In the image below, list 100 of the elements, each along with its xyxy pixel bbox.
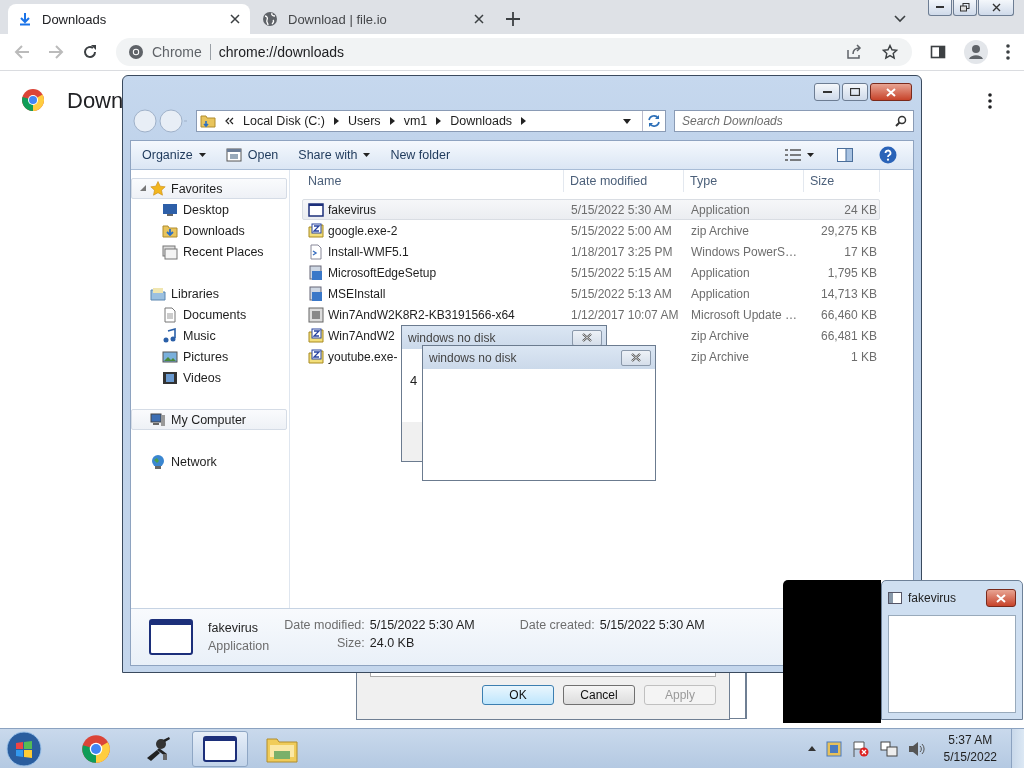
command-button[interactable]: Share with	[293, 143, 376, 167]
command-button[interactable]: New folder	[385, 143, 456, 167]
clock-date[interactable]: 5/15/2022	[943, 748, 997, 766]
close-button[interactable]	[870, 83, 912, 101]
chrome-icon	[81, 733, 111, 764]
close-icon[interactable]	[230, 14, 240, 24]
close-icon	[991, 3, 1001, 12]
breadcrumb-item[interactable]: Downloads	[450, 114, 513, 128]
file-row[interactable]: fakevirus 5/15/2022 5:30 AM Application 24 KB	[302, 199, 880, 220]
chrome-icon	[128, 44, 144, 60]
profile-icon[interactable]	[964, 40, 988, 64]
column-header[interactable]: Name	[302, 170, 564, 192]
date-cell-text: 1/18/2017 3:25 PM	[570, 244, 674, 259]
minimize-icon	[822, 90, 832, 94]
videos-icon	[162, 369, 178, 386]
restore-button[interactable]	[953, 0, 977, 16]
file-name[interactable]: MSEInstall	[328, 286, 386, 301]
command-button[interactable]: Organize	[137, 143, 211, 167]
size-cell-text: 1 KB	[850, 349, 878, 364]
property-label: Size:	[335, 636, 365, 650]
dialog-button[interactable]: OK	[482, 685, 554, 705]
close-button[interactable]	[986, 589, 1016, 607]
browser-tab[interactable]: Downloads	[8, 4, 250, 34]
nav-item[interactable]: Network	[131, 451, 287, 472]
search-field[interactable]: Search Downloads	[674, 110, 914, 132]
dialog-button[interactable]: Cancel	[563, 685, 635, 705]
type-cell-text: Windows PowerS…	[690, 244, 799, 259]
nav-item[interactable]: Pictures	[131, 346, 287, 367]
file-name[interactable]: google.exe-2	[328, 223, 398, 238]
caret-right-icon[interactable]	[436, 117, 442, 125]
close-button[interactable]	[978, 0, 1014, 16]
caret-right-icon[interactable]	[333, 117, 339, 125]
size-cell-text: 29,275 KB	[819, 223, 878, 238]
nav-item[interactable]: Music	[131, 325, 287, 346]
expand-triangle-icon[interactable]	[140, 185, 146, 191]
caret-right-icon[interactable]	[389, 117, 395, 125]
network-icon[interactable]	[879, 740, 898, 757]
nav-item[interactable]: My Computer	[131, 409, 287, 430]
page-heading: Down	[67, 88, 124, 114]
help-icon[interactable]	[879, 146, 897, 164]
nav-item[interactable]: Videos	[131, 367, 287, 388]
nav-item[interactable]: Favorites	[131, 178, 287, 199]
column-header[interactable]: Size	[804, 170, 880, 192]
column-header[interactable]: Date modified	[564, 170, 684, 192]
address-bar[interactable]: Chrome chrome://downloads	[116, 38, 912, 66]
search-icon	[895, 115, 907, 127]
more-icon[interactable]	[988, 93, 992, 109]
dropdown-caret-icon[interactable]	[623, 118, 631, 124]
file-icon	[308, 348, 324, 365]
show-hidden-icons-icon[interactable]	[807, 746, 816, 751]
chevron-down-icon[interactable]	[894, 15, 906, 23]
share-icon[interactable]	[846, 44, 862, 60]
file-name[interactable]: Win7AndW2K8R2-KB3191566-x64	[328, 307, 515, 322]
size-cell-text: 66,481 KB	[819, 328, 878, 343]
minimize-button[interactable]	[814, 83, 840, 101]
clock-time[interactable]: 5:37 AM	[948, 731, 993, 749]
file-icon	[308, 306, 324, 323]
address-bar[interactable]: Local Disk (C:) Users vm1 Downloads	[196, 110, 666, 132]
caret-right-icon[interactable]	[521, 117, 527, 125]
volume-icon[interactable]	[907, 740, 926, 757]
nav-item[interactable]: Downloads	[131, 220, 287, 241]
caret-icon	[198, 153, 206, 157]
file-name[interactable]: youtube.exe-	[328, 349, 398, 364]
minimize-button[interactable]	[928, 0, 952, 16]
maximize-icon	[850, 88, 860, 96]
file-name[interactable]: Install-WMF5.1	[328, 244, 409, 259]
browser-tab[interactable]: Download | file.io	[252, 4, 494, 34]
tray-app-icon[interactable]	[825, 740, 842, 757]
window-icon	[225, 148, 242, 162]
nav-item[interactable]: Documents	[131, 304, 287, 325]
folder-icon	[200, 114, 216, 128]
caret-icon	[363, 153, 371, 157]
star-icon[interactable]	[882, 44, 898, 60]
file-name[interactable]: Win7AndW2	[328, 328, 395, 343]
nav-item[interactable]: Libraries	[131, 283, 287, 304]
double-chevron-icon[interactable]	[225, 117, 234, 125]
taskbar-button[interactable]	[192, 730, 248, 767]
start-button[interactable]	[6, 730, 42, 767]
preview-pane-icon[interactable]	[837, 148, 853, 162]
date-cell-text: 5/15/2022 5:30 AM	[570, 202, 673, 217]
nav-item[interactable]: Desktop	[131, 199, 287, 220]
application-icon	[149, 619, 193, 655]
reload-icon[interactable]	[82, 44, 98, 60]
date-cell-text: 5/15/2022 5:15 AM	[570, 265, 673, 280]
flag-icon[interactable]	[851, 740, 870, 757]
file-name[interactable]: fakevirus	[328, 202, 377, 217]
side-panel-icon[interactable]	[930, 44, 946, 60]
file-name[interactable]: MicrosoftEdgeSetup	[328, 265, 437, 280]
nav-item[interactable]: Recent Places	[131, 241, 287, 262]
maximize-button[interactable]	[842, 83, 868, 101]
breadcrumb-item[interactable]: Local Disk (C:)	[243, 114, 325, 128]
menu-icon[interactable]	[1006, 44, 1010, 60]
breadcrumb-item[interactable]: Users	[347, 114, 381, 128]
type-cell-text: Microsoft Update …	[690, 307, 799, 322]
command-button[interactable]: Open	[220, 143, 284, 167]
new-tab-icon[interactable]	[506, 12, 520, 26]
column-header[interactable]: Type	[684, 170, 804, 192]
property-value: 5/15/2022 5:30 AM	[369, 618, 475, 632]
breadcrumb-item[interactable]: vm1	[403, 114, 428, 128]
close-icon[interactable]	[474, 14, 484, 24]
